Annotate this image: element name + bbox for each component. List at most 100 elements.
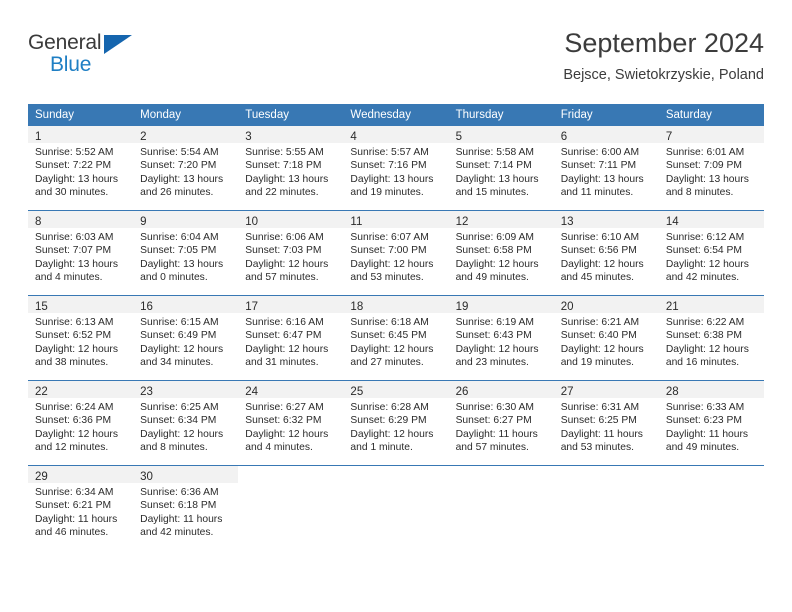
daylight-text-line2: and 49 minutes.: [665, 442, 740, 454]
calendar-day-cell[interactable]: 2 Sunrise: 5:54 AM Sunset: 7:20 PM Daylight…: [133, 126, 239, 211]
sunset-text: Sunset: 6:25 PM: [560, 415, 637, 427]
calendar-day-cell[interactable]: 18 Sunrise: 6:18 AM Sunset: 6:45 PM Dayligh…: [343, 295, 449, 381]
daylight-text-line2: and 26 minutes.: [140, 187, 214, 199]
sunset-text: Sunset: 7:07 PM: [35, 245, 112, 257]
sunset-text: Sunset: 6:58 PM: [455, 245, 532, 257]
calendar-day-cell[interactable]: 24 Sunrise: 6:27 AM Sunset: 6:32 PM Dayligh…: [238, 380, 344, 466]
calendar-day-cell[interactable]: 29 Sunrise: 6:34 AM Sunset: 6:21 PM Dayligh…: [28, 465, 134, 550]
calendar-day-cell[interactable]: 17 Sunrise: 6:16 AM Sunset: 6:47 PM Dayligh…: [238, 295, 344, 381]
calendar-body: 1 Sunrise: 5:52 AM Sunset: 7:22 PM Daylight…: [28, 126, 764, 550]
day-number-band: 10: [238, 211, 344, 228]
day-number-band: 19: [448, 296, 554, 313]
calendar-page: General Blue September 2024 Bejsce, Swie…: [0, 0, 792, 612]
sunrise-text: Sunrise: 6:34 AM: [35, 487, 114, 498]
day-number-band: 12: [448, 211, 554, 228]
day-details: Sunrise: 6:04 AM Sunset: 7:05 PM Daylight:…: [133, 228, 238, 285]
calendar-day-cell[interactable]: 14 Sunrise: 6:12 AM Sunset: 6:54 PM Dayligh…: [658, 210, 764, 296]
calendar-day-cell[interactable]: 19 Sunrise: 6:19 AM Sunset: 6:43 PM Dayligh…: [448, 295, 554, 381]
sunrise-text: Sunrise: 6:09 AM: [455, 232, 534, 243]
page-title: September 2024: [564, 28, 764, 58]
day-number-band: 13: [553, 211, 659, 228]
sunset-text: Sunset: 7:20 PM: [140, 160, 217, 172]
daylight-text-line1: Daylight: 13 hours: [350, 173, 434, 185]
daylight-text-line2: and 19 minutes.: [350, 187, 424, 199]
cell-inner: 26 Sunrise: 6:30 AM Sunset: 6:27 PM Dayligh…: [448, 381, 554, 465]
calendar-day-cell[interactable]: 30 Sunrise: 6:36 AM Sunset: 6:18 PM Dayligh…: [133, 465, 239, 550]
sunrise-text: Sunrise: 6:13 AM: [35, 317, 114, 328]
daylight-text-line2: and 12 minutes.: [35, 442, 109, 454]
calendar-day-cell[interactable]: 23 Sunrise: 6:25 AM Sunset: 6:34 PM Dayligh…: [133, 380, 239, 466]
daylight-text-line2: and 4 minutes.: [245, 442, 313, 454]
calendar-day-cell[interactable]: 8 Sunrise: 6:03 AM Sunset: 7:07 PM Daylight…: [28, 210, 134, 296]
day-number: 4: [350, 131, 357, 143]
cell-inner: 9 Sunrise: 6:04 AM Sunset: 7:05 PM Daylight…: [133, 211, 239, 295]
calendar-day-cell[interactable]: 4 Sunrise: 5:57 AM Sunset: 7:16 PM Daylight…: [343, 126, 449, 211]
sunset-text: Sunset: 7:16 PM: [350, 160, 427, 172]
calendar-day-cell[interactable]: 9 Sunrise: 6:04 AM Sunset: 7:05 PM Daylight…: [133, 210, 239, 296]
sunrise-text: Sunrise: 5:54 AM: [140, 147, 219, 158]
day-number-band: 22: [28, 381, 134, 398]
calendar-cell-empty: [343, 465, 449, 550]
calendar-day-cell[interactable]: 12 Sunrise: 6:09 AM Sunset: 6:58 PM Dayligh…: [448, 210, 554, 296]
sunrise-text: Sunrise: 6:01 AM: [665, 147, 745, 158]
day-details: [238, 483, 343, 486]
day-number-band: 4: [343, 126, 449, 143]
calendar-day-cell[interactable]: 20 Sunrise: 6:21 AM Sunset: 6:40 PM Dayligh…: [553, 295, 659, 381]
calendar-day-cell[interactable]: 21 Sunrise: 6:22 AM Sunset: 6:38 PM Dayligh…: [658, 295, 764, 381]
calendar-day-cell[interactable]: 15 Sunrise: 6:13 AM Sunset: 6:52 PM Dayligh…: [28, 295, 134, 381]
day-details: Sunrise: 6:31 AM Sunset: 6:25 PM Daylight:…: [554, 398, 659, 455]
generalblue-logo[interactable]: General Blue: [28, 32, 208, 90]
cell-inner: 4 Sunrise: 5:57 AM Sunset: 7:16 PM Daylight…: [343, 126, 449, 210]
daylight-text-line2: and 4 minutes.: [35, 272, 103, 284]
calendar-day-cell[interactable]: 28 Sunrise: 6:33 AM Sunset: 6:23 PM Dayligh…: [658, 380, 764, 466]
daylight-text-line2: and 15 minutes.: [455, 187, 529, 199]
daylight-text-line2: and 19 minutes.: [560, 357, 634, 369]
calendar-grid: Sunday Monday Tuesday Wednesday Thursday…: [28, 104, 764, 550]
calendar-day-cell[interactable]: 11 Sunrise: 6:07 AM Sunset: 7:00 PM Dayligh…: [343, 210, 449, 296]
day-number: 23: [140, 386, 153, 398]
day-number: 30: [140, 471, 153, 483]
calendar-day-cell[interactable]: 16 Sunrise: 6:15 AM Sunset: 6:49 PM Dayligh…: [133, 295, 239, 381]
calendar-day-cell[interactable]: 25 Sunrise: 6:28 AM Sunset: 6:29 PM Dayligh…: [343, 380, 449, 466]
day-number-band: 18: [343, 296, 449, 313]
calendar-day-cell[interactable]: 6 Sunrise: 6:00 AM Sunset: 7:11 PM Daylight…: [553, 126, 659, 211]
cell-inner: 14 Sunrise: 6:12 AM Sunset: 6:54 PM Dayligh…: [658, 211, 764, 295]
daylight-text-line1: Daylight: 12 hours: [140, 428, 224, 440]
cell-inner: [238, 466, 344, 550]
day-number: 15: [35, 301, 48, 313]
sunrise-text: Sunrise: 6:04 AM: [140, 232, 219, 243]
calendar-day-cell[interactable]: 1 Sunrise: 5:52 AM Sunset: 7:22 PM Daylight…: [28, 126, 134, 211]
calendar-day-cell[interactable]: 7 Sunrise: 6:01 AM Sunset: 7:09 PM Daylight…: [658, 126, 764, 211]
day-details: Sunrise: 5:57 AM Sunset: 7:16 PM Daylight:…: [343, 143, 448, 200]
calendar-day-cell[interactable]: 27 Sunrise: 6:31 AM Sunset: 6:25 PM Dayligh…: [553, 380, 659, 466]
calendar-day-cell[interactable]: 26 Sunrise: 6:30 AM Sunset: 6:27 PM Dayligh…: [448, 380, 554, 466]
sunrise-text: Sunrise: 6:00 AM: [560, 147, 640, 158]
day-number-band: 20: [553, 296, 659, 313]
sunset-text: Sunset: 7:00 PM: [350, 245, 427, 257]
sunrise-text: Sunrise: 6:18 AM: [350, 317, 429, 328]
cell-inner: 8 Sunrise: 6:03 AM Sunset: 7:07 PM Daylight…: [28, 211, 134, 295]
calendar-cell-empty: [238, 465, 344, 550]
sunset-text: Sunset: 7:11 PM: [560, 160, 637, 172]
calendar-day-cell[interactable]: 3 Sunrise: 5:55 AM Sunset: 7:18 PM Daylight…: [238, 126, 344, 211]
calendar-day-cell[interactable]: 13 Sunrise: 6:10 AM Sunset: 6:56 PM Dayligh…: [553, 210, 659, 296]
day-number-band: [553, 466, 659, 483]
cell-inner: 23 Sunrise: 6:25 AM Sunset: 6:34 PM Dayligh…: [133, 381, 239, 465]
day-number: 18: [350, 301, 364, 313]
daylight-text-line2: and 42 minutes.: [665, 272, 740, 284]
day-details: [343, 483, 448, 486]
sunset-text: Sunset: 6:29 PM: [350, 415, 427, 427]
sunset-text: Sunset: 7:05 PM: [140, 245, 217, 257]
sunset-text: Sunset: 6:38 PM: [665, 330, 742, 342]
sunset-text: Sunset: 6:54 PM: [665, 245, 742, 257]
calendar-day-cell[interactable]: 5 Sunrise: 5:58 AM Sunset: 7:14 PM Daylight…: [448, 126, 554, 211]
sunrise-text: Sunrise: 6:06 AM: [245, 232, 324, 243]
calendar-day-cell[interactable]: 22 Sunrise: 6:24 AM Sunset: 6:36 PM Dayligh…: [28, 380, 134, 466]
cell-inner: 28 Sunrise: 6:33 AM Sunset: 6:23 PM Dayligh…: [658, 381, 764, 465]
daylight-text-line1: Daylight: 13 hours: [455, 173, 539, 185]
sunrise-text: Sunrise: 6:30 AM: [455, 402, 534, 413]
daylight-text-line2: and 30 minutes.: [35, 187, 109, 199]
sunrise-text: Sunrise: 6:16 AM: [245, 317, 324, 328]
daylight-text-line1: Daylight: 12 hours: [350, 428, 434, 440]
calendar-day-cell[interactable]: 10 Sunrise: 6:06 AM Sunset: 7:03 PM Dayligh…: [238, 210, 344, 296]
